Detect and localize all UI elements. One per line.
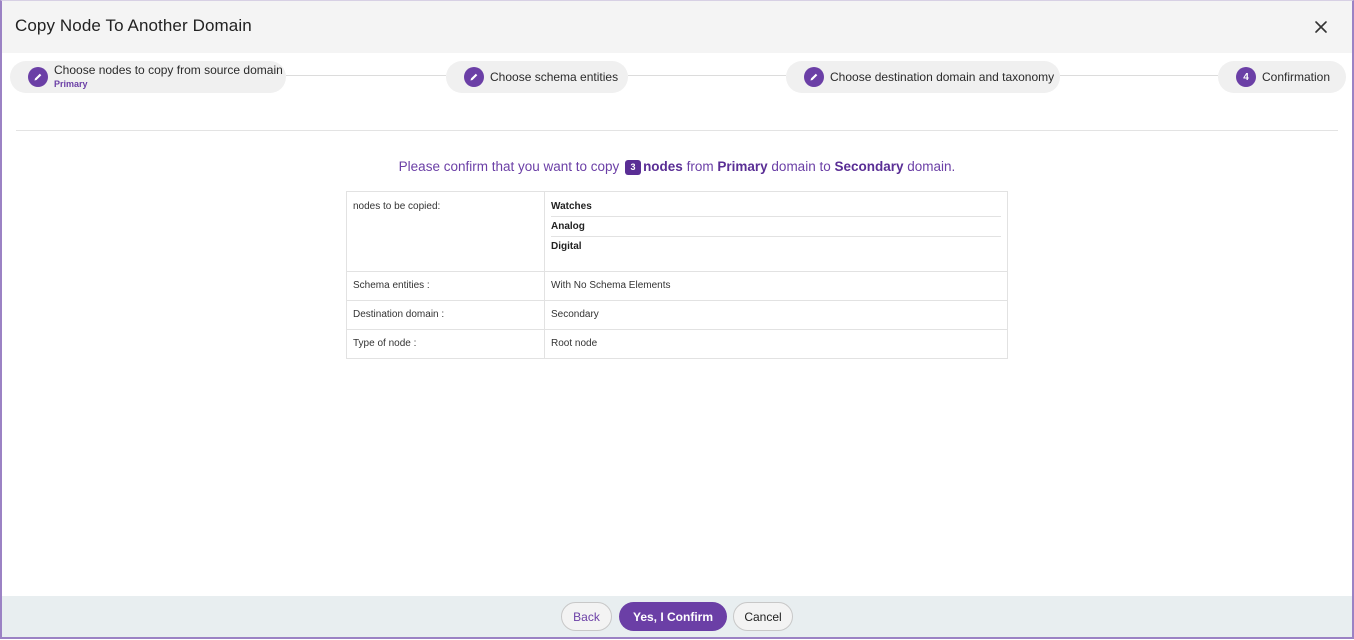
table-row: nodes to be copied: Watches Analog Digit… bbox=[346, 191, 1008, 272]
row-value: Root node bbox=[544, 329, 1008, 359]
step-destination-domain[interactable]: Choose destination domain and taxonomy bbox=[786, 61, 1060, 93]
cancel-button[interactable]: Cancel bbox=[733, 602, 793, 631]
dialog-title: Copy Node To Another Domain bbox=[15, 16, 252, 35]
from-word: from bbox=[686, 159, 714, 174]
close-icon[interactable] bbox=[1312, 18, 1330, 36]
node-count-badge: 3 bbox=[625, 160, 642, 175]
domain-to-word: domain to bbox=[771, 159, 831, 174]
wizard-stepper: Choose nodes to copy from source domain … bbox=[2, 53, 1352, 131]
list-item: Analog bbox=[551, 217, 1001, 237]
copy-node-dialog: Copy Node To Another Domain Choose nodes… bbox=[0, 0, 1354, 639]
dialog-header: Copy Node To Another Domain bbox=[2, 1, 1352, 53]
nodes-word: nodes bbox=[643, 159, 683, 174]
list-item: Digital bbox=[551, 241, 582, 252]
table-row: Destination domain : Secondary bbox=[346, 300, 1008, 330]
dialog-footer: Back Yes, I Confirm Cancel bbox=[2, 596, 1352, 637]
row-label: Destination domain : bbox=[346, 300, 545, 330]
confirm-button[interactable]: Yes, I Confirm bbox=[619, 602, 727, 631]
step-choose-nodes[interactable]: Choose nodes to copy from source domain … bbox=[10, 61, 286, 93]
step-label: Choose destination domain and taxonomy bbox=[830, 70, 1055, 84]
pencil-icon bbox=[28, 67, 48, 87]
step-schema-entities[interactable]: Choose schema entities bbox=[446, 61, 628, 93]
step-label: Confirmation bbox=[1262, 70, 1331, 84]
nodes-label: nodes to be copied: bbox=[346, 191, 545, 272]
step-connector bbox=[628, 75, 786, 76]
row-value: Secondary bbox=[544, 300, 1008, 330]
step-confirmation[interactable]: 4 Confirmation bbox=[1218, 61, 1346, 93]
summary-table: nodes to be copied: Watches Analog Digit… bbox=[346, 191, 1008, 359]
header-divider bbox=[16, 130, 1338, 131]
step-connector bbox=[286, 75, 446, 76]
table-row: Type of node : Root node bbox=[346, 329, 1008, 359]
confirm-prefix: Please confirm that you want to copy bbox=[398, 159, 620, 174]
step-label: Choose schema entities bbox=[490, 70, 619, 84]
pencil-icon bbox=[804, 67, 824, 87]
list-item: Watches bbox=[551, 197, 1001, 217]
table-row: Schema entities : With No Schema Element… bbox=[346, 271, 1008, 301]
row-value: With No Schema Elements bbox=[544, 271, 1008, 301]
back-button[interactable]: Back bbox=[561, 602, 612, 631]
confirmation-message: Please confirm that you want to copy 3 no… bbox=[2, 159, 1352, 175]
row-label: Type of node : bbox=[346, 329, 545, 359]
step-number-badge: 4 bbox=[1236, 67, 1256, 87]
nodes-list: Watches Analog Digital bbox=[544, 191, 1008, 272]
row-label: Schema entities : bbox=[346, 271, 545, 301]
destination-domain: Secondary bbox=[834, 159, 904, 174]
step-sublabel: Primary bbox=[54, 79, 88, 89]
confirm-suffix: domain. bbox=[907, 159, 956, 174]
pencil-icon bbox=[464, 67, 484, 87]
source-domain: Primary bbox=[717, 159, 768, 174]
step-connector bbox=[1060, 75, 1218, 76]
step-label: Choose nodes to copy from source domain bbox=[54, 63, 283, 77]
step-number: 4 bbox=[1243, 71, 1249, 83]
